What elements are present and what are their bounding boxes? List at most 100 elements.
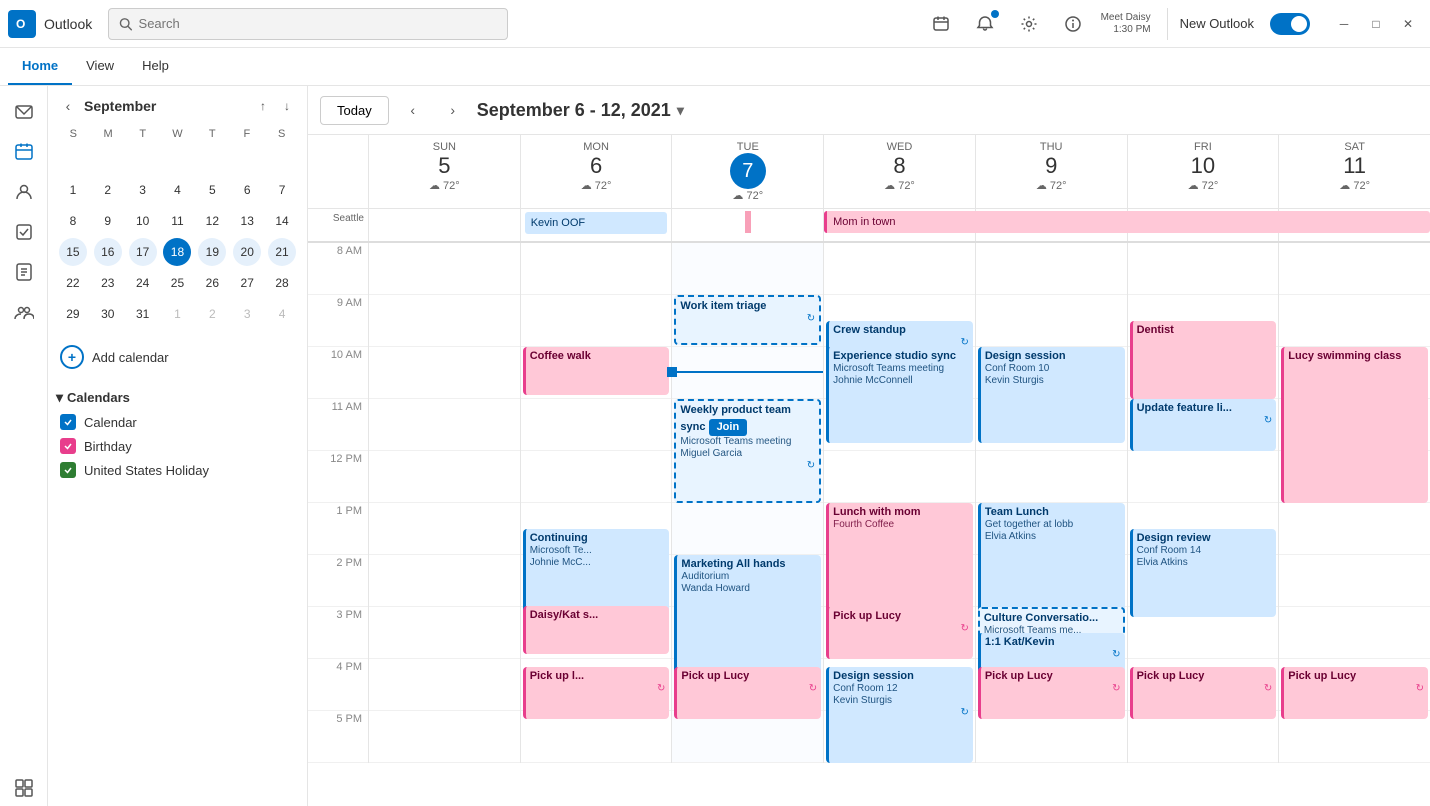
mini-day[interactable]: 23 [94, 269, 122, 297]
sidebar-notes[interactable] [6, 254, 42, 290]
today-button[interactable]: Today [320, 96, 389, 125]
tab-view[interactable]: View [72, 48, 128, 85]
mini-day[interactable]: 6 [233, 176, 261, 204]
event-work-item-triage[interactable]: Work item triage ↻ [674, 295, 821, 345]
mini-day[interactable]: 12 [198, 207, 226, 235]
day-col-mon[interactable]: Coffee walk Continuing Microsoft Te... J… [520, 243, 672, 763]
date-range-chevron[interactable]: ▾ [677, 102, 684, 119]
event-mom-in-town[interactable]: Mom in town [824, 211, 1430, 233]
mini-day[interactable]: 28 [268, 269, 296, 297]
day-col-tue[interactable]: Work item triage ↻ Weekly product team s… [671, 243, 823, 763]
event-kevin-oof[interactable]: Kevin OOF [525, 212, 668, 234]
mini-day[interactable]: 2 [94, 176, 122, 204]
mini-day[interactable]: 2 [198, 300, 226, 328]
event-pickup-lucy-wed[interactable]: Pick up Lucy ↻ [826, 607, 973, 659]
app-name: Outlook [44, 16, 92, 32]
mini-day[interactable]: 24 [129, 269, 157, 297]
tips-btn[interactable] [1057, 8, 1089, 40]
mini-day[interactable]: 4 [268, 300, 296, 328]
event-update-feature[interactable]: Update feature li... ↻ [1130, 399, 1277, 451]
sidebar-calendar[interactable] [6, 134, 42, 170]
mini-day[interactable]: 15 [59, 238, 87, 266]
sidebar-mail[interactable] [6, 94, 42, 130]
event-pickup-lucy-tue[interactable]: Pick up Lucy ↻ [674, 667, 821, 719]
event-lucy-swimming[interactable]: Lucy swimming class [1281, 347, 1428, 503]
minimize-btn[interactable]: ─ [1330, 10, 1358, 38]
mini-day[interactable]: 10 [129, 207, 157, 235]
search-bar[interactable] [108, 8, 508, 40]
mini-day[interactable]: 21 [268, 238, 296, 266]
mini-day-today[interactable]: 18 [163, 238, 191, 266]
day-col-wed[interactable]: Crew standup ↻ Experience studio sync Mi… [823, 243, 975, 763]
mini-day[interactable]: 16 [94, 238, 122, 266]
mini-day[interactable]: 11 [163, 207, 191, 235]
mini-prev-btn[interactable]: ↑ [251, 94, 275, 118]
event-pickup-lucy-mon[interactable]: Pick up l... ↻ [523, 667, 670, 719]
mini-day[interactable]: 27 [233, 269, 261, 297]
tab-home[interactable]: Home [8, 48, 72, 85]
calendars-header[interactable]: ▾ Calendars [56, 385, 299, 410]
mini-day[interactable]: 31 [129, 300, 157, 328]
mini-day[interactable]: 8 [59, 207, 87, 235]
mini-day[interactable]: 1 [163, 300, 191, 328]
mini-day[interactable]: 26 [198, 269, 226, 297]
sidebar-tasks[interactable] [6, 214, 42, 250]
day-col-sun[interactable] [368, 243, 520, 763]
mini-day[interactable]: 14 [268, 207, 296, 235]
sidebar-apps[interactable] [6, 770, 42, 806]
sidebar-teams[interactable] [6, 294, 42, 330]
allday-cell-mon: Kevin OOF [520, 209, 672, 241]
add-calendar-btn[interactable]: + Add calendar [56, 337, 299, 377]
calendar-main: Today ‹ › September 6 - 12, 2021 ▾ Sun 5… [308, 86, 1430, 806]
collapse-panel-btn[interactable]: ‹ [56, 94, 80, 118]
event-pickup-lucy-thu[interactable]: Pick up Lucy ↻ [978, 667, 1125, 719]
event-marketing-allhands[interactable]: Marketing All hands Auditorium Wanda How… [674, 555, 821, 685]
event-design-session-thu[interactable]: Design session Conf Room 10 Kevin Sturgi… [978, 347, 1125, 443]
mini-day[interactable]: 30 [94, 300, 122, 328]
mini-day[interactable]: 19 [198, 238, 226, 266]
settings-btn[interactable] [1013, 8, 1045, 40]
join-btn[interactable]: Join [709, 419, 748, 435]
mini-day[interactable]: 9 [94, 207, 122, 235]
mini-day[interactable]: 3 [129, 176, 157, 204]
mini-day[interactable]: 3 [233, 300, 261, 328]
close-btn[interactable]: ✕ [1394, 10, 1422, 38]
sidebar-people[interactable] [6, 174, 42, 210]
mini-day[interactable]: 13 [233, 207, 261, 235]
event-coffee-walk[interactable]: Coffee walk [523, 347, 670, 395]
prev-week-btn[interactable]: ‹ [397, 94, 429, 126]
event-pickup-lucy-fri[interactable]: Pick up Lucy ↻ [1130, 667, 1277, 719]
tab-help[interactable]: Help [128, 48, 183, 85]
event-weekly-sync[interactable]: Weekly product team sync Join Microsoft … [674, 399, 821, 503]
event-experience-sync[interactable]: Experience studio sync Microsoft Teams m… [826, 347, 973, 443]
event-design-session-wed[interactable]: Design session Conf Room 12 Kevin Sturgi… [826, 667, 973, 763]
maximize-btn[interactable]: □ [1362, 10, 1390, 38]
cal-item-birthday[interactable]: Birthday [56, 434, 299, 458]
notifications-btn[interactable] [969, 8, 1001, 40]
day-col-fri[interactable]: Dentist Update feature li... ↻ Design re… [1127, 243, 1279, 763]
event-design-review[interactable]: Design review Conf Room 14 Elvia Atkins [1130, 529, 1277, 617]
day-col-sat[interactable]: Lucy swimming class Pick up Lucy ↻ [1278, 243, 1430, 763]
mini-day[interactable]: 7 [268, 176, 296, 204]
mini-day[interactable]: 25 [163, 269, 191, 297]
day-col-thu[interactable]: Design session Conf Room 10 Kevin Sturgi… [975, 243, 1127, 763]
mini-next-btn[interactable]: ↓ [275, 94, 299, 118]
event-daisy-kat[interactable]: Daisy/Kat s... [523, 606, 670, 654]
cal-item-calendar[interactable]: Calendar [56, 410, 299, 434]
next-week-btn[interactable]: › [437, 94, 469, 126]
mini-day[interactable]: 1 [59, 176, 87, 204]
event-dentist[interactable]: Dentist [1130, 321, 1277, 399]
mini-day[interactable]: 4 [163, 176, 191, 204]
event-pickup-lucy-sat[interactable]: Pick up Lucy ↻ [1281, 667, 1428, 719]
search-input[interactable] [139, 16, 498, 31]
event-team-lunch[interactable]: Team Lunch Get together at lobb Elvia At… [978, 503, 1125, 623]
mini-cal-days: 1 2 3 4 5 6 7 8 9 10 11 12 13 14 15 16 1… [56, 144, 299, 329]
mini-day[interactable]: 29 [59, 300, 87, 328]
mini-day[interactable]: 22 [59, 269, 87, 297]
mini-day[interactable]: 20 [233, 238, 261, 266]
new-outlook-toggle[interactable] [1270, 13, 1310, 35]
cal-item-holiday[interactable]: United States Holiday [56, 458, 299, 482]
mini-day[interactable]: 5 [198, 176, 226, 204]
my-day-btn[interactable] [925, 8, 957, 40]
mini-day[interactable]: 17 [129, 238, 157, 266]
